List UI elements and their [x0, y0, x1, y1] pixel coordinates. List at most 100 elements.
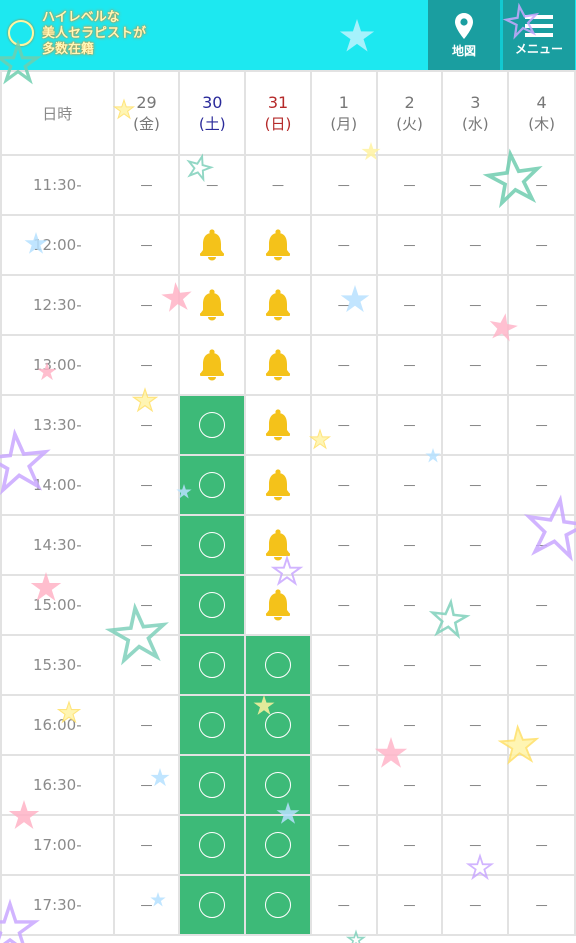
menu-button-label: メニュー — [514, 41, 563, 56]
unavailable-slot: － — [507, 334, 576, 396]
time-label: 11:30- — [0, 154, 115, 216]
day-number: 3 — [470, 93, 481, 112]
inquiry-slot[interactable] — [244, 394, 312, 456]
time-slot-row: 16:00- －－－－－ — [0, 694, 576, 756]
unavailable-slot: － — [507, 754, 576, 816]
available-slot[interactable] — [244, 634, 312, 696]
day-weekday: (木) — [528, 115, 555, 133]
unavailable-slot: － — [441, 634, 510, 696]
inquiry-slot[interactable] — [244, 574, 312, 636]
day-weekday: (金) — [133, 115, 160, 133]
inquiry-slot[interactable] — [244, 514, 312, 576]
time-label: 16:30- — [0, 754, 115, 816]
unavailable-slot: － — [112, 334, 181, 396]
site-header: ハイレベルな 美人セラピストが 多数在籍 地図 メニュー — [0, 0, 576, 70]
bell-icon — [264, 589, 292, 621]
available-slot[interactable] — [178, 874, 247, 936]
unavailable-slot: － — [309, 454, 378, 516]
unavailable-slot: － — [112, 394, 181, 456]
map-button[interactable]: 地図 — [428, 0, 500, 70]
available-circle-icon — [199, 592, 226, 618]
available-slot[interactable] — [178, 754, 247, 816]
time-slot-row: 15:00- －－－－－ — [0, 574, 576, 636]
available-slot[interactable] — [178, 814, 247, 876]
available-slot[interactable] — [244, 754, 312, 816]
schedule-table: 日時 29 (金) 30 (土) 31 (日) 1 (月) 2 (火) 3 (水) 4 (木) 11:30- －… — [0, 70, 576, 936]
available-circle-icon — [265, 772, 292, 798]
available-slot[interactable] — [244, 694, 312, 756]
available-circle-icon — [265, 652, 292, 678]
day-header-row: 日時 29 (金) 30 (土) 31 (日) 1 (月) 2 (火) 3 (水) 4 (木) — [0, 70, 576, 156]
unavailable-slot: － — [309, 394, 378, 456]
available-circle-icon — [199, 772, 226, 798]
unavailable-slot: － — [441, 694, 510, 756]
unavailable-slot: － — [112, 574, 181, 636]
available-slot[interactable] — [244, 874, 312, 936]
unavailable-slot: － — [441, 334, 510, 396]
unavailable-slot: － — [309, 214, 378, 276]
bell-icon — [264, 409, 292, 441]
unavailable-slot: － — [375, 574, 444, 636]
unavailable-slot: － — [507, 694, 576, 756]
unavailable-slot: － — [375, 334, 444, 396]
inquiry-slot[interactable] — [178, 334, 247, 396]
unavailable-slot: － — [507, 214, 576, 276]
time-label: 12:00- — [0, 214, 115, 276]
time-slot-row: 12:30- －－－－－ — [0, 274, 576, 336]
day-weekday: (日) — [264, 115, 292, 133]
day-number: 4 — [536, 93, 547, 112]
site-logo[interactable]: ハイレベルな 美人セラピストが 多数在籍 — [6, 8, 176, 60]
unavailable-slot: － — [112, 694, 181, 756]
menu-button[interactable]: メニュー — [503, 0, 575, 70]
day-weekday: (水) — [461, 115, 489, 133]
inquiry-slot[interactable] — [244, 454, 312, 516]
unavailable-slot: － — [112, 274, 181, 336]
logo-line-2: 美人セラピストが — [42, 26, 147, 41]
unavailable-slot: － — [441, 514, 510, 576]
available-slot[interactable] — [178, 574, 247, 636]
day-header-0: 29 (金) — [112, 70, 181, 156]
available-slot[interactable] — [178, 514, 247, 576]
available-slot[interactable] — [178, 454, 247, 516]
time-label: 14:30- — [0, 514, 115, 576]
unavailable-slot: － — [309, 334, 378, 396]
unavailable-slot: － — [375, 814, 444, 876]
day-header-1: 30 (土) — [178, 70, 247, 156]
inquiry-slot[interactable] — [244, 334, 312, 396]
available-circle-icon — [199, 472, 226, 498]
time-slot-row: 13:00- －－－－－ — [0, 334, 576, 396]
day-number: 1 — [338, 93, 349, 112]
unavailable-slot: － — [441, 874, 510, 936]
day-header-6: 4 (木) — [507, 70, 576, 156]
time-slot-row: 11:30- －－－－－－－ — [0, 154, 576, 216]
logo-emblem-icon — [8, 20, 34, 46]
inquiry-slot[interactable] — [178, 274, 247, 336]
map-pin-icon — [455, 12, 473, 39]
unavailable-slot: － — [375, 514, 444, 576]
unavailable-slot: － — [309, 274, 378, 336]
unavailable-slot: － — [441, 754, 510, 816]
time-slot-row: 16:30- －－－－－ — [0, 754, 576, 816]
available-slot[interactable] — [244, 814, 312, 876]
available-slot[interactable] — [178, 694, 247, 756]
unavailable-slot: － — [507, 454, 576, 516]
unavailable-slot: － — [507, 154, 576, 216]
inquiry-slot[interactable] — [178, 214, 247, 276]
available-slot[interactable] — [178, 634, 247, 696]
unavailable-slot: － — [375, 754, 444, 816]
inquiry-slot[interactable] — [244, 214, 312, 276]
unavailable-slot: － — [507, 634, 576, 696]
available-slot[interactable] — [178, 394, 247, 456]
unavailable-slot: － — [441, 154, 510, 216]
available-circle-icon — [199, 412, 226, 438]
unavailable-slot: － — [441, 574, 510, 636]
inquiry-slot[interactable] — [244, 274, 312, 336]
unavailable-slot: － — [507, 394, 576, 456]
time-slot-row: 17:00- －－－－－ — [0, 814, 576, 876]
bell-icon — [198, 349, 226, 381]
unavailable-slot: － — [375, 454, 444, 516]
unavailable-slot: － — [112, 874, 181, 936]
unavailable-slot: － — [244, 154, 312, 216]
unavailable-slot: － — [112, 454, 181, 516]
unavailable-slot: － — [309, 574, 378, 636]
